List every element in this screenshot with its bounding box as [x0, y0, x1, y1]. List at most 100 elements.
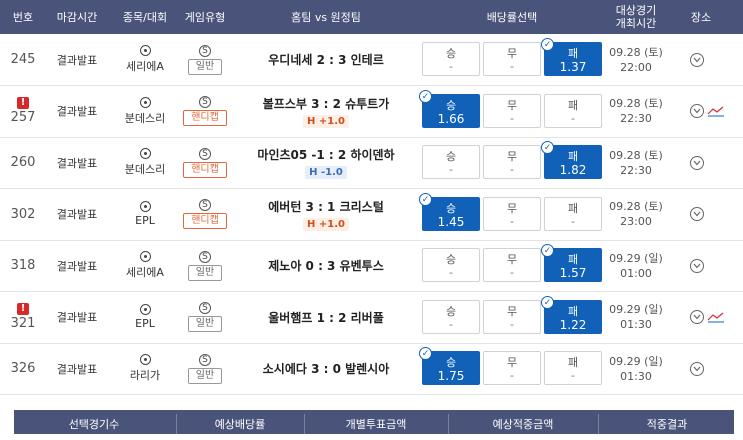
odds-value: -	[510, 111, 514, 125]
match-datetime: 09.28 (토) 22:30	[606, 86, 666, 137]
match-cell: 에버턴 3 : 1 크리스털 H +1.0	[240, 189, 412, 240]
game-number-cell: ! 321	[0, 292, 46, 343]
deadline-status: 결과발표	[56, 311, 98, 324]
odds-lose-button[interactable]: ✓ 패 1.37	[541, 38, 602, 76]
chevron-down-icon[interactable]	[690, 155, 704, 170]
deadline-status: 결과발표	[56, 259, 98, 273]
sport-s-icon: S	[199, 96, 211, 108]
odds-label: 승	[445, 356, 457, 369]
game-number: 260	[10, 155, 36, 170]
odds-value: -	[510, 163, 514, 176]
odds-lose-button[interactable]: ✓ 패 1.57	[541, 244, 602, 282]
odds-draw-button[interactable]: 무-	[483, 145, 541, 179]
odds-draw-button[interactable]: 무-	[483, 248, 541, 282]
game-type-cell: S 핸디캡	[178, 137, 232, 188]
odds-label: 패	[567, 304, 579, 318]
league-cell: 라리가	[112, 343, 178, 394]
game-number: 318	[10, 258, 36, 273]
footer-expected-payout: 예상적중금액	[492, 418, 554, 431]
header-league: 종목/대회	[122, 10, 168, 24]
odds-win-button[interactable]: ✓ 승 1.75	[419, 347, 480, 385]
odds-value: -	[449, 317, 453, 331]
game-number-cell: 260	[0, 137, 46, 188]
odds-win-button[interactable]: ✓ 승 1.45	[419, 192, 480, 231]
footer-expected-odds: 예상배당률	[214, 418, 266, 431]
match-time: 22:00	[620, 60, 652, 74]
odds-win-button[interactable]: 승-	[422, 42, 480, 76]
match-datetime: 09.28 (토) 22:00	[606, 34, 666, 85]
league-name: 세리에A	[126, 266, 164, 279]
odds-label: 승	[445, 253, 457, 266]
odds-value: -	[449, 60, 453, 73]
footer-divider	[598, 414, 599, 434]
odds-value: -	[449, 266, 453, 279]
match-score: 울버햄프 1 : 2 리버풀	[268, 310, 384, 325]
odds-value: -	[510, 317, 514, 331]
header-place: 장소	[690, 10, 712, 24]
odds-value: 1.22	[559, 317, 587, 332]
odds-win-button[interactable]: 승-	[422, 145, 480, 179]
league-name: 분데스리	[124, 163, 166, 176]
handicap-label: H +1.0	[303, 114, 349, 128]
chevron-down-icon[interactable]	[690, 258, 704, 273]
chevron-down-icon[interactable]	[690, 104, 704, 118]
match-date: 09.28 (토)	[609, 45, 663, 59]
odds-lose-button[interactable]: 패-	[544, 196, 602, 231]
league-cell: EPL	[112, 292, 178, 343]
odds-win-button[interactable]: 승-	[422, 248, 480, 282]
chevron-down-icon[interactable]	[690, 310, 704, 324]
odds-draw-button[interactable]: 무-	[483, 299, 541, 334]
chevron-down-icon[interactable]	[690, 361, 704, 376]
game-number: 321	[10, 316, 36, 331]
check-icon: ✓	[419, 192, 432, 206]
footer-selected-count: 선택경기수	[68, 418, 120, 431]
soccer-ball-icon	[139, 251, 151, 262]
handicap-label: H -1.0	[305, 166, 347, 179]
odds-draw-button[interactable]: 무-	[483, 93, 541, 128]
match-row: 260 결과발표 분데스리 S 핸디캡 마인츠05 -1 : 2 하이덴하 H -1.0 승 -…	[0, 137, 743, 189]
odds-label: 승	[445, 201, 457, 215]
game-number: 257	[10, 110, 36, 125]
chevron-down-icon[interactable]	[690, 207, 704, 221]
odds-lose-button[interactable]: ✓ 패 1.22	[541, 295, 602, 334]
trend-chart-icon[interactable]	[707, 105, 725, 117]
match-time: 01:30	[620, 318, 652, 331]
place-cell	[676, 189, 736, 240]
trend-chart-icon[interactable]	[707, 311, 725, 323]
match-cell: 소시에다 3 : 0 발렌시아	[240, 343, 412, 394]
match-score: 볼프스부 3 : 2 슈투트가	[262, 96, 390, 111]
header-datetime: 대상경기 개최시간	[615, 4, 657, 30]
game-type-badge: 핸디캡	[183, 161, 227, 178]
odds-win-button[interactable]: ✓ 승 1.66	[419, 89, 480, 128]
match-date: 09.29 (일)	[609, 251, 663, 265]
header-deadline: 마감시간	[56, 10, 98, 24]
chevron-down-icon[interactable]	[690, 52, 704, 67]
match-datetime: 09.28 (토) 22:30	[606, 137, 666, 188]
odds-draw-button[interactable]: 무-	[483, 351, 541, 385]
match-date: 09.28 (토)	[609, 148, 663, 162]
match-score: 소시에다 3 : 0 발렌시아	[262, 362, 390, 376]
check-icon: ✓	[541, 141, 554, 154]
odds-lose-button[interactable]: ✓ 패 1.82	[541, 141, 602, 179]
odds-win-button[interactable]: 승-	[422, 299, 480, 334]
game-number-cell: 318	[0, 240, 46, 291]
match-time: 01:00	[620, 266, 652, 280]
league-cell: 세리에A	[112, 34, 178, 85]
soccer-ball-icon	[139, 201, 151, 212]
header-match: 홈팀 vs 원정팀	[291, 10, 361, 24]
league-name: 분데스리	[124, 111, 166, 125]
odds-label: 무	[506, 150, 518, 163]
odds-label: 패	[567, 253, 579, 266]
odds-draw-button[interactable]: 무-	[483, 196, 541, 231]
alert-icon: !	[17, 303, 29, 315]
odds-value: -	[510, 369, 514, 382]
game-type-badge: 일반	[187, 264, 223, 281]
odds-value: -	[510, 214, 514, 228]
odds-lose-button[interactable]: 패-	[544, 351, 602, 385]
league-name: 세리에A	[126, 60, 164, 73]
deadline-status: 결과발표	[56, 156, 98, 170]
odds-lose-button[interactable]: 패-	[544, 93, 602, 128]
odds-draw-button[interactable]: 무-	[483, 42, 541, 76]
match-row: ! 257 결과발표 분데스리 S 핸디캡 볼프스부 3 : 2 슈투트가 H +1.0 ✓ 승 1…	[0, 86, 743, 138]
odds-label: 무	[506, 47, 518, 60]
